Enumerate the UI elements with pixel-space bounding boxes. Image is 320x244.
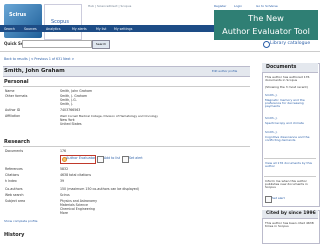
divider <box>3 86 250 87</box>
view-all-documents-link[interactable]: View all 176 documents by this author <box>265 162 315 168</box>
quick-search-input[interactable] <box>22 40 92 48</box>
web-search-link[interactable]: Scirus <box>60 193 70 197</box>
nav-item-analytics[interactable]: Analytics <box>46 27 60 31</box>
library-catalogue-link[interactable]: Library catalogue <box>270 41 310 47</box>
logo-text: Scirus <box>9 12 27 18</box>
divider <box>0 51 320 52</box>
documents-sub-intro: (Showing the 3 most recent) <box>265 85 308 89</box>
breadcrumb[interactable]: Back to results | < Previous 1 of 631 Ne… <box>4 57 74 61</box>
documents-count[interactable]: 176 <box>60 149 66 153</box>
callout-line-1: The New <box>248 13 284 23</box>
field-label: Author ID <box>5 108 21 112</box>
divider <box>264 176 316 177</box>
doc-item-title[interactable]: Magnetic memory and the preference for d… <box>265 99 315 108</box>
callout-banner: The New Author Evaluator Tool <box>214 10 318 40</box>
personal-section-title: Personal <box>4 79 29 85</box>
field-label: Other formats <box>5 94 28 98</box>
field-value: United States <box>60 122 82 126</box>
add-to-list-link[interactable]: Add to list <box>104 156 120 160</box>
doc-item-title[interactable]: Spectroscopy and climate <box>265 122 315 125</box>
login-link[interactable]: Login <box>234 5 242 8</box>
alert-bell-icon <box>265 196 272 203</box>
field-value: Smith, John Graham <box>60 89 93 93</box>
alert-icon <box>122 156 129 163</box>
scopus-logo[interactable]: Scopus <box>44 4 82 40</box>
main-nav: Search Sources Analytics My alerts My li… <box>0 25 214 32</box>
alert-description: Inform me when this author publishes new… <box>265 179 308 189</box>
top-hub-links[interactable]: Hub | ScienceDirect | Scopus <box>88 5 131 8</box>
cited-by-title: Cited by since 1996 <box>266 211 316 216</box>
author-name: Smith, John Graham <box>4 67 65 74</box>
callout-line-2: Author Evaluator Tool <box>222 26 310 36</box>
documents-panel-title: Documents <box>266 64 297 70</box>
quick-search-button[interactable]: Search <box>92 40 110 49</box>
show-more-link[interactable]: Show complete profile <box>4 220 38 223</box>
research-value: 39 <box>60 179 65 183</box>
research-label: Citations <box>5 173 20 177</box>
nav-item-search[interactable]: Search <box>4 27 15 31</box>
sciverse-link[interactable]: Go to SciVerse <box>256 5 278 8</box>
research-value[interactable]: 5832 <box>60 167 68 171</box>
research-label: Web search <box>5 193 24 197</box>
documents-label: Documents <box>5 149 24 153</box>
divider <box>3 146 250 147</box>
research-value: 4638 total citations <box>60 173 92 177</box>
nav-item-alerts[interactable]: My alerts <box>72 27 87 31</box>
field-value: Smith, J. <box>60 102 74 106</box>
set-alert-link[interactable]: Set alert <box>129 156 143 160</box>
doc-item-author[interactable]: Smith, J. <box>265 131 277 134</box>
history-section-title: History <box>4 232 25 238</box>
library-icon <box>263 41 270 48</box>
register-link[interactable]: Register <box>214 5 226 8</box>
author-evaluator-label[interactable]: Author Evaluator <box>66 156 96 161</box>
cited-by-text: This author has been cited 4638 times in… <box>265 221 314 228</box>
doc-item-title[interactable]: Cognitive dissonance and the conflicting… <box>265 136 315 142</box>
nav-item-list[interactable]: My list <box>96 27 106 31</box>
right-set-alert-link[interactable]: Set alert <box>272 197 285 200</box>
add-to-list-icon <box>97 156 104 163</box>
more-subjects-link[interactable]: More <box>60 211 68 215</box>
doc-item-author[interactable]: Smith, J. <box>265 117 277 120</box>
research-label: Co-authors <box>5 187 23 191</box>
nav-item-sources[interactable]: Sources <box>24 27 37 31</box>
nav-item-settings[interactable]: My settings <box>114 27 132 31</box>
co-authors-link[interactable]: 150 (maximum 150 co-authors can be displ… <box>60 187 139 191</box>
research-section-title: Research <box>4 139 30 145</box>
field-label: Name <box>5 89 15 93</box>
edit-profile-link[interactable]: Edit author profile <box>212 70 237 73</box>
research-label: Subject area <box>5 199 26 203</box>
divider <box>264 158 316 159</box>
research-label: h Index <box>5 179 17 183</box>
doc-item-author[interactable]: Smith, J. <box>265 94 277 97</box>
scirus-logo[interactable] <box>4 4 42 38</box>
research-label: References <box>5 167 23 171</box>
documents-intro: This author has authored 176 documents i… <box>265 75 310 82</box>
field-label: Affiliation <box>5 114 21 118</box>
field-value: 7403766563 <box>60 108 81 112</box>
